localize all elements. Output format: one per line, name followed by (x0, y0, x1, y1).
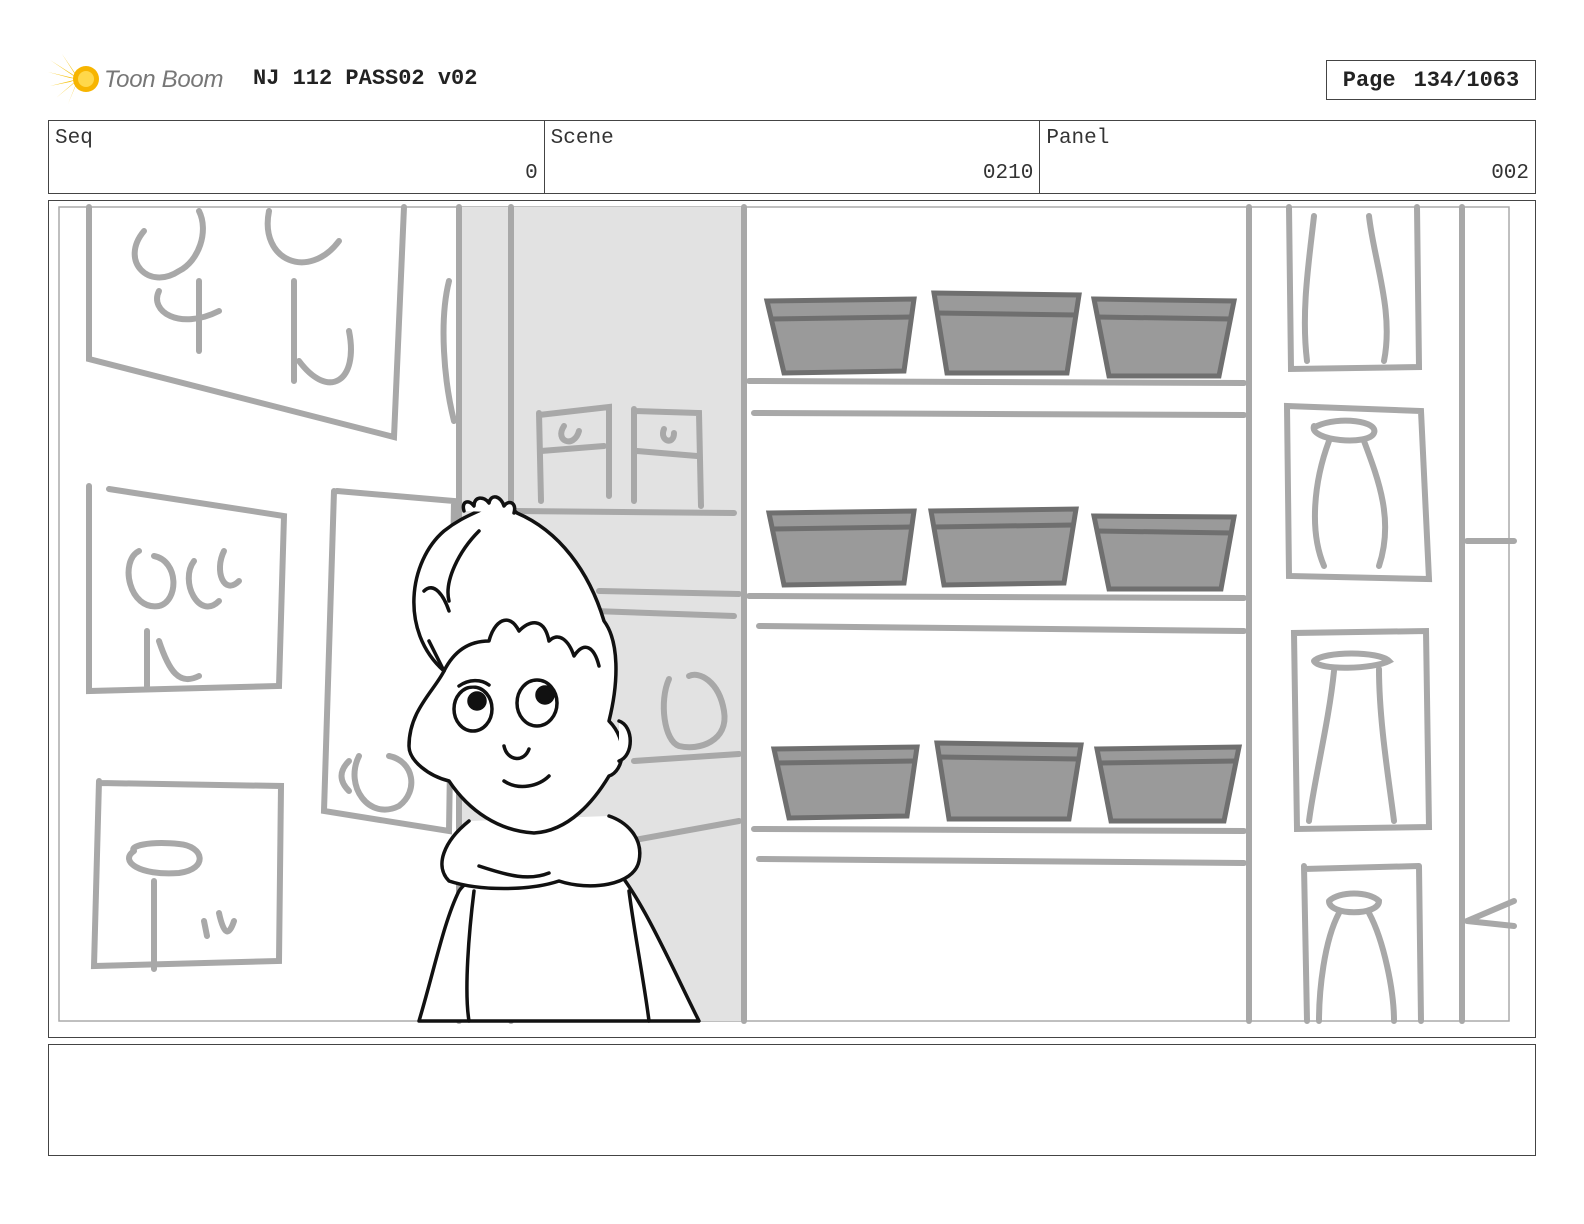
storyboard-panel-image (48, 200, 1536, 1038)
panel-value: 002 (1491, 162, 1530, 185)
panel-cell: Panel 002 (1040, 121, 1535, 193)
seq-value: 0 (525, 162, 538, 185)
seq-cell: Seq 0 (49, 121, 545, 193)
page-number: 134/1063 (1413, 67, 1520, 93)
page-label: Page (1342, 67, 1396, 93)
starburst-icon (48, 54, 99, 104)
shot-info-row: Seq 0 Scene 0210 Panel 002 (48, 120, 1536, 194)
sketch-drawing (58, 204, 1517, 1024)
project-title: NJ 112 PASS02 v02 (253, 66, 478, 91)
scene-value: 0210 (982, 162, 1034, 185)
wall-frames (86, 204, 458, 972)
bowl-shelves (746, 204, 1465, 1024)
seq-label: Seq (55, 127, 93, 150)
toon-boom-logo: Toon Boom (48, 52, 238, 106)
page-indicator: Page 134/1063 (1326, 60, 1536, 100)
scene-label: Scene (550, 127, 614, 150)
scene-cell: Scene 0210 (545, 121, 1041, 193)
vase-frames (1283, 204, 1517, 1024)
panel-notes-box (48, 1044, 1536, 1156)
logo-text: Toon Boom (104, 66, 224, 93)
panel-label: Panel (1046, 127, 1110, 150)
storyboard-header: Toon Boom NJ 112 PASS02 v02 Page 134/106… (48, 50, 1536, 110)
